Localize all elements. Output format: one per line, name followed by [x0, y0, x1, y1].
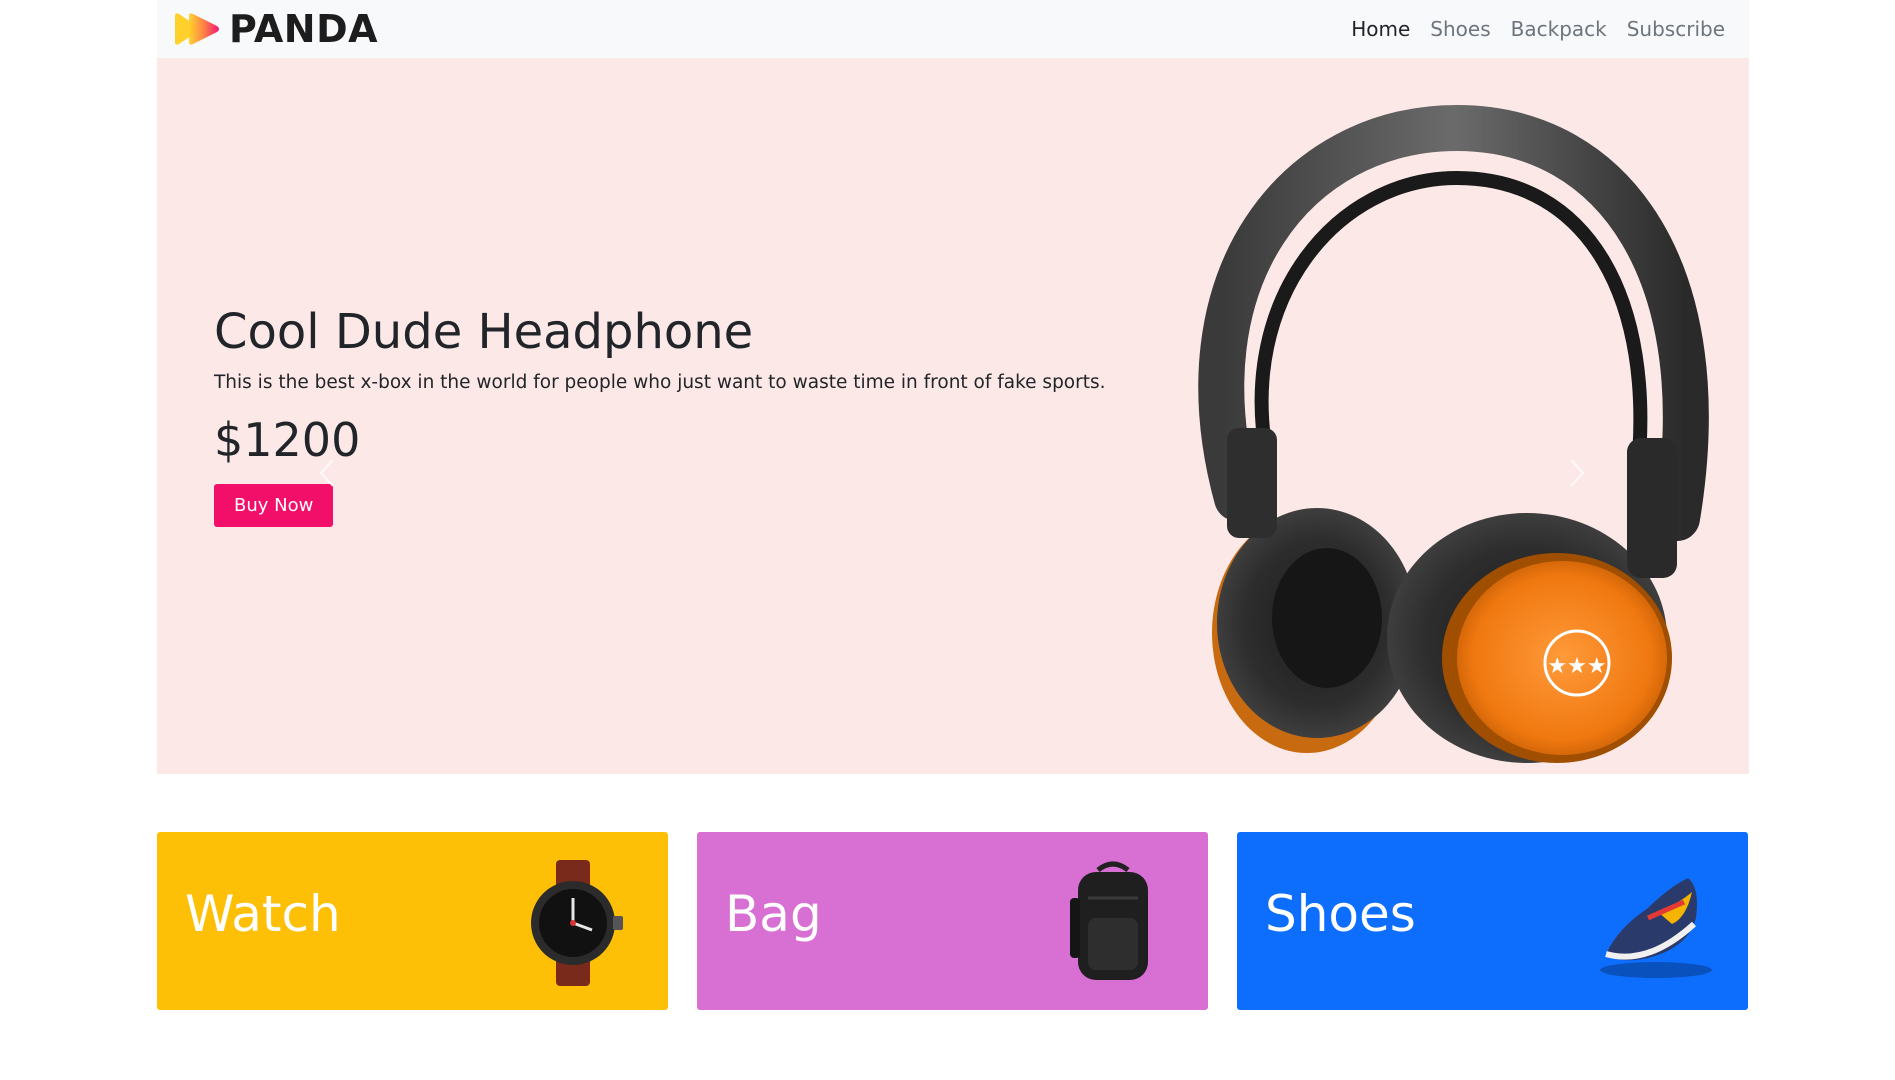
- navbar: PANDA Home Shoes Backpack Subscribe: [157, 0, 1749, 58]
- headphones-icon: ★★★: [1198, 104, 1709, 763]
- backpack-icon: [1070, 861, 1148, 980]
- hero-description: This is the best x-box in the world for …: [214, 371, 1106, 393]
- brand-name: PANDA: [229, 7, 379, 51]
- category-card-bag[interactable]: Bag: [697, 832, 1208, 1010]
- nav-menu: Home Shoes Backpack Subscribe: [1351, 17, 1725, 41]
- nav-link-backpack[interactable]: Backpack: [1511, 17, 1607, 41]
- category-card-shoes[interactable]: Shoes: [1237, 832, 1748, 1010]
- hero-price: $1200: [214, 412, 361, 467]
- panda-logo-icon: [175, 13, 219, 45]
- page-container: PANDA Home Shoes Backpack Subscribe Cool…: [157, 0, 1749, 1010]
- nav-link-shoes[interactable]: Shoes: [1430, 17, 1490, 41]
- hero-content: Cool Dude Headphone This is the best x-b…: [214, 304, 1106, 527]
- hero-carousel: Cool Dude Headphone This is the best x-b…: [157, 58, 1749, 774]
- svg-text:★★★: ★★★: [1547, 654, 1606, 679]
- category-label: Shoes: [1265, 885, 1416, 943]
- category-label: Watch: [185, 885, 341, 943]
- category-cards: Watch Bag Shoes: [157, 832, 1749, 1010]
- category-label: Bag: [725, 885, 822, 943]
- nav-link-subscribe[interactable]: Subscribe: [1627, 17, 1725, 41]
- hero-title: Cool Dude Headphone: [214, 304, 754, 360]
- carousel-prev-button[interactable]: [307, 448, 347, 498]
- category-card-watch[interactable]: Watch: [157, 832, 668, 1010]
- chevron-left-icon: [319, 459, 334, 487]
- watch-icon: [531, 860, 623, 986]
- nav-link-home[interactable]: Home: [1351, 17, 1410, 41]
- sneaker-icon: [1600, 878, 1712, 978]
- brand[interactable]: PANDA: [171, 10, 378, 48]
